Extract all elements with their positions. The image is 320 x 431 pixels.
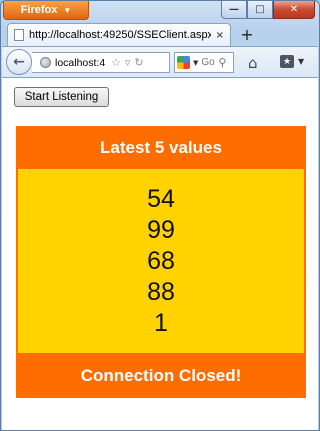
search-engine-caret-icon[interactable]: ▼ xyxy=(193,59,198,67)
globe-icon xyxy=(40,57,51,68)
tab-close-icon[interactable]: × xyxy=(216,30,224,41)
search-input[interactable]: Go xyxy=(201,57,215,68)
page-icon xyxy=(14,29,24,41)
navigation-bar: ← localhost:4 ☆ ▿ ↻ ▼ Go ⚲ ⌂ ★ ▼ xyxy=(2,46,318,78)
back-button[interactable]: ← xyxy=(6,49,32,75)
firefox-menu-button[interactable]: Firefox ▼ xyxy=(3,1,89,20)
value-item: 88 xyxy=(147,277,175,306)
bookmarks-icon[interactable]: ★ xyxy=(280,55,294,68)
minimize-button[interactable]: — xyxy=(221,1,247,19)
maximize-button[interactable]: □ xyxy=(247,1,273,19)
new-tab-button[interactable]: + xyxy=(237,25,257,44)
url-bar-icons: ☆ ▿ ↻ xyxy=(111,56,144,69)
value-item: 68 xyxy=(147,246,175,275)
value-item: 1 xyxy=(154,308,168,337)
reload-icon[interactable]: ↻ xyxy=(134,56,143,69)
google-icon[interactable] xyxy=(177,56,190,69)
close-button[interactable]: ✕ xyxy=(273,1,315,19)
values-list: 54 99 68 88 1 xyxy=(18,169,304,353)
connection-status: Connection Closed! xyxy=(80,365,242,385)
window-controls: — □ ✕ xyxy=(221,1,315,19)
browser-tab[interactable]: http://localhost:49250/SSEClient.aspx × xyxy=(7,23,231,46)
start-listening-button[interactable]: Start Listening xyxy=(14,87,109,107)
bookmarks-chevron-down-icon[interactable]: ▼ xyxy=(298,57,304,66)
star-icon[interactable]: ☆ xyxy=(111,56,121,69)
value-item: 54 xyxy=(147,184,175,213)
dropdown-icon[interactable]: ▿ xyxy=(125,56,131,69)
back-icon: ← xyxy=(13,54,25,70)
url-bar[interactable]: localhost:4 ☆ ▿ ↻ xyxy=(32,52,170,73)
firefox-menu-label: Firefox xyxy=(20,4,58,16)
page-content: Start Listening Latest 5 values 54 99 68… xyxy=(2,78,318,430)
chevron-down-icon: ▼ xyxy=(63,5,72,15)
value-item: 99 xyxy=(147,215,175,244)
url-text: localhost:4 xyxy=(55,56,106,69)
search-bar[interactable]: ▼ Go ⚲ xyxy=(174,52,234,73)
home-icon[interactable]: ⌂ xyxy=(248,54,258,72)
search-icon[interactable]: ⚲ xyxy=(218,56,226,69)
panel-title: Latest 5 values xyxy=(100,137,222,157)
tab-title: http://localhost:49250/SSEClient.aspx xyxy=(29,29,211,41)
values-panel: Latest 5 values 54 99 68 88 1 Connection… xyxy=(16,126,306,398)
browser-window: Firefox ▼ — □ ✕ http://localhost:49250/S… xyxy=(0,0,320,431)
